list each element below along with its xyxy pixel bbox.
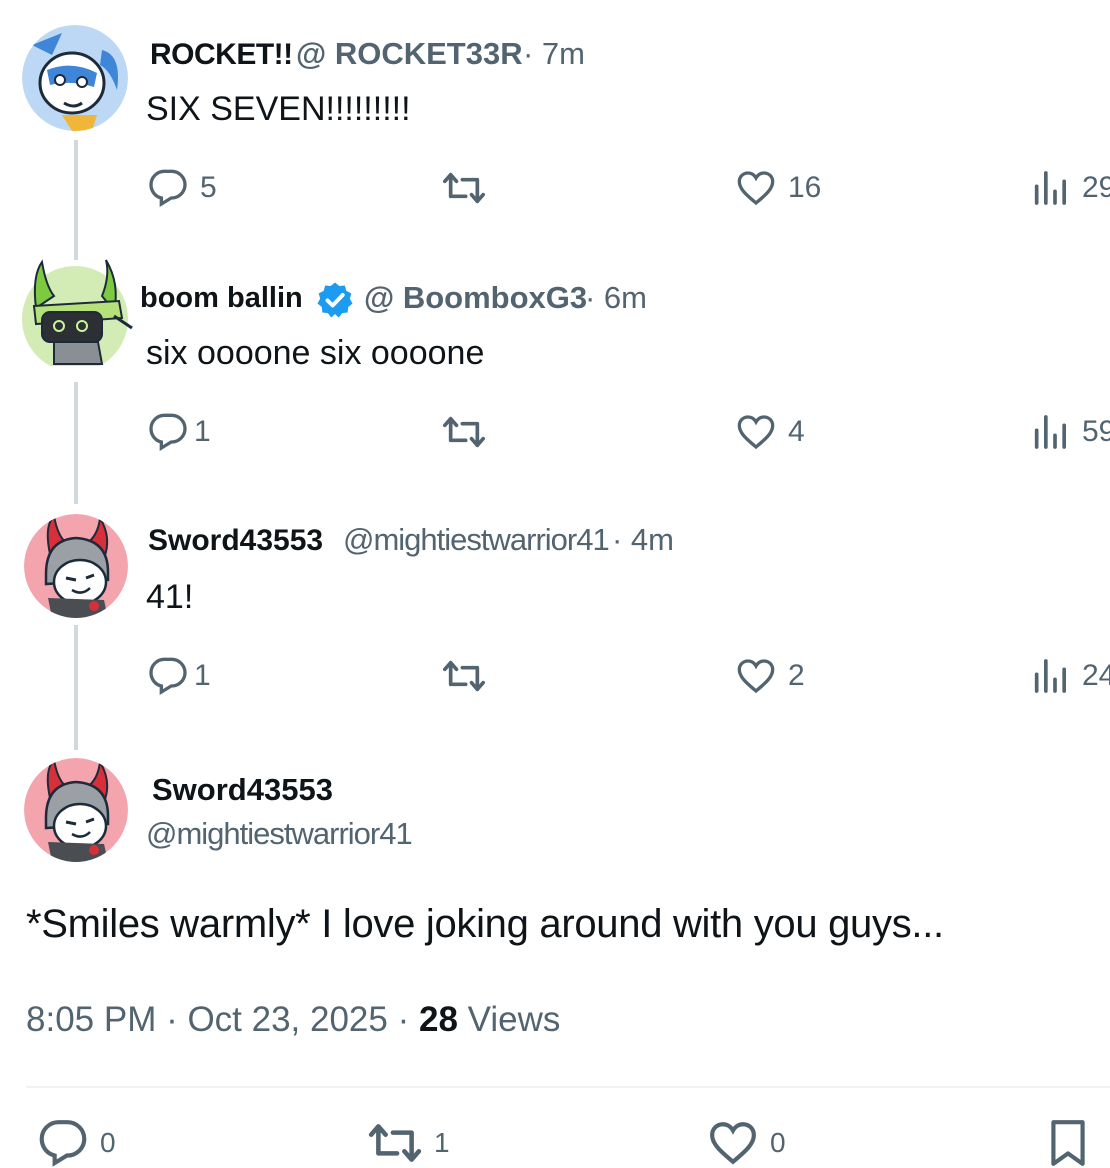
tweet-1-time[interactable]: · 7m xyxy=(523,36,585,72)
views-icon xyxy=(1030,168,1070,208)
like-icon xyxy=(708,1118,758,1168)
main-tweet-views-count: 28 xyxy=(418,1000,458,1039)
views-icon xyxy=(1030,656,1070,696)
main-tweet-views-label: Views xyxy=(467,1000,561,1039)
avatar-sword43553[interactable] xyxy=(24,514,128,618)
like-icon xyxy=(736,168,776,208)
tweet-2-views-count: 59 xyxy=(1082,415,1110,448)
tweet-2-like-button[interactable]: 4 xyxy=(736,412,805,452)
repost-icon xyxy=(442,168,486,208)
main-tweet-text: *Smiles warmly* I love joking around wit… xyxy=(26,902,944,946)
main-reply-button[interactable]: 0 xyxy=(38,1118,116,1168)
tweet-1-like-count: 16 xyxy=(788,171,822,204)
tweet-2-reply-count: 1 xyxy=(194,415,211,448)
tweet-3-like-count: 2 xyxy=(788,659,805,692)
verified-badge-icon xyxy=(315,280,355,325)
main-tweet-meta: 8:05 PM · Oct 23, 2025 · 28 Views xyxy=(26,1000,560,1040)
main-bookmark-button[interactable] xyxy=(1046,1118,1090,1168)
tweet-2-text: six oooone six oooone xyxy=(146,334,485,372)
tweet-3-views-button[interactable]: 24 xyxy=(1030,656,1110,696)
tweet-2-handle[interactable]: @ BoomboxG3 xyxy=(364,280,587,316)
thread-line-2 xyxy=(74,382,78,504)
reply-icon xyxy=(148,412,188,452)
repost-icon xyxy=(442,412,486,452)
tweet-3-name[interactable]: Sword43553 xyxy=(148,524,323,558)
main-repost-count: 1 xyxy=(434,1127,450,1158)
main-reply-count: 0 xyxy=(100,1127,116,1158)
main-like-count: 0 xyxy=(770,1127,786,1158)
main-tweet-name[interactable]: Sword43553 xyxy=(152,772,333,808)
main-avatar-sword43553[interactable] xyxy=(24,758,128,862)
avatar-rocket[interactable] xyxy=(22,25,128,131)
tweet-1-like-button[interactable]: 16 xyxy=(736,168,821,208)
main-like-button[interactable]: 0 xyxy=(708,1118,786,1168)
tweet-1-reply-count: 5 xyxy=(200,171,217,204)
like-icon xyxy=(736,656,776,696)
main-tweet-timestamp[interactable]: 8:05 PM · Oct 23, 2025 · xyxy=(26,1000,409,1039)
avatar-boom-ballin[interactable] xyxy=(22,259,133,374)
tweet-1-name[interactable]: ROCKET!! xyxy=(150,38,293,72)
main-repost-button[interactable]: 1 xyxy=(368,1118,450,1168)
thread-line-3 xyxy=(74,625,78,750)
reply-icon xyxy=(148,168,188,208)
tweet-3-reply-button[interactable]: 1 xyxy=(148,656,211,696)
tweet-3-like-button[interactable]: 2 xyxy=(736,656,805,696)
tweet-2-name[interactable]: boom ballin xyxy=(140,282,303,315)
tweet-2-reply-button[interactable]: 1 xyxy=(148,412,211,452)
divider xyxy=(26,1086,1110,1088)
tweet-1-views-button[interactable]: 29 xyxy=(1030,168,1110,208)
tweet-2-repost-button[interactable] xyxy=(442,412,486,452)
tweet-3-text: 41! xyxy=(146,578,194,616)
tweet-1-text: SIX SEVEN!!!!!!!!! xyxy=(146,90,411,128)
tweet-3-reply-count: 1 xyxy=(194,659,211,692)
tweet-2-views-button[interactable]: 59 xyxy=(1030,412,1110,452)
repost-icon xyxy=(368,1118,422,1168)
views-icon xyxy=(1030,412,1070,452)
tweet-3-views-count: 24 xyxy=(1082,659,1110,692)
thread-line-1 xyxy=(74,140,78,260)
tweet-3-repost-button[interactable] xyxy=(442,656,486,696)
tweet-3-handle[interactable]: @mightiestwarrior41 xyxy=(343,522,610,558)
repost-icon xyxy=(442,656,486,696)
reply-icon xyxy=(148,656,188,696)
bookmark-icon xyxy=(1046,1118,1090,1168)
main-tweet-handle[interactable]: @mightiestwarrior41 xyxy=(146,816,413,852)
tweet-2-like-count: 4 xyxy=(788,415,805,448)
like-icon xyxy=(736,412,776,452)
tweet-1-handle[interactable]: @ ROCKET33R xyxy=(296,36,523,72)
tweet-1-views-count: 29 xyxy=(1082,171,1110,204)
tweet-2-time[interactable]: · 6m xyxy=(585,280,647,316)
reply-icon xyxy=(38,1118,88,1168)
tweet-1-reply-button[interactable]: 5 xyxy=(148,168,217,208)
tweet-3-time[interactable]: · 4m xyxy=(612,522,674,558)
tweet-1-repost-button[interactable] xyxy=(442,168,486,208)
